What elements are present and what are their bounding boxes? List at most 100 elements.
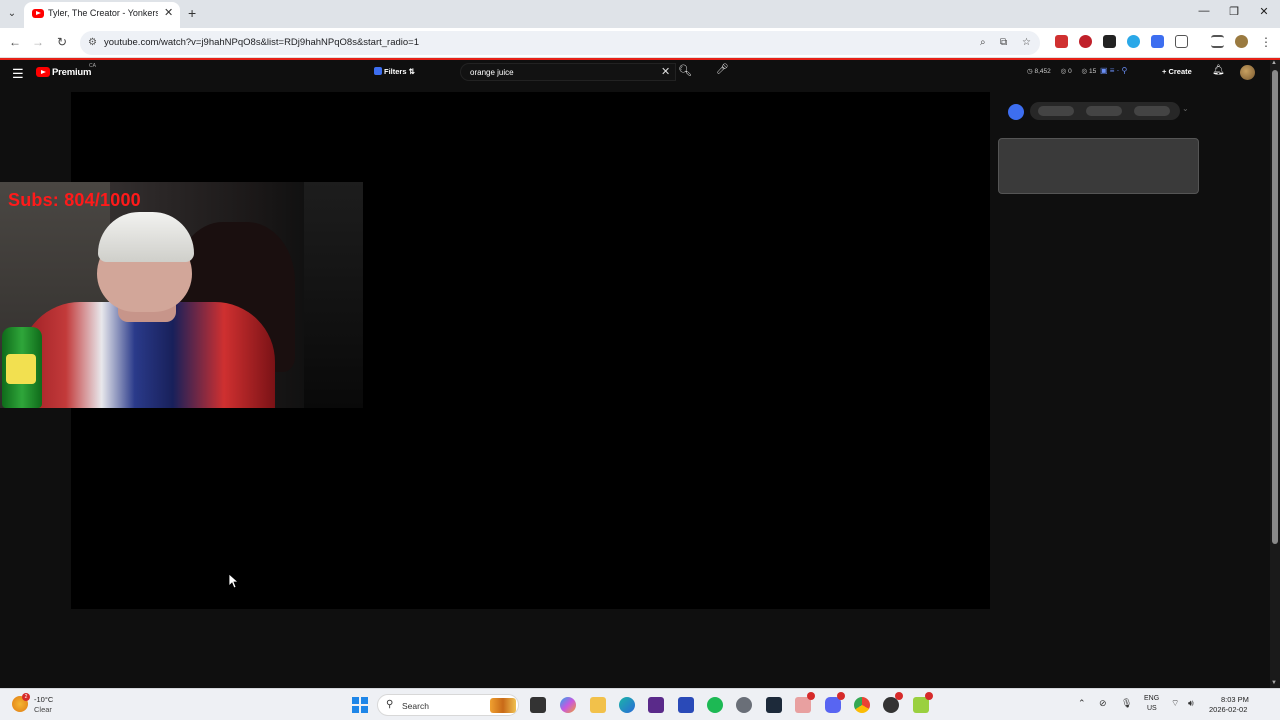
filters-button[interactable]: Filters ⇅ <box>370 65 419 79</box>
forward-icon[interactable]: → <box>30 35 46 49</box>
youtube-premium-label[interactable]: Premium <box>52 67 91 78</box>
minimize-icon[interactable]: — <box>1194 5 1214 17</box>
window-close-icon[interactable]: ✕ <box>1254 5 1274 18</box>
filters-label: Filters <box>384 67 407 76</box>
scroll-down-icon[interactable]: ▼ <box>1271 680 1277 686</box>
site-info-icon[interactable]: ⚙ <box>88 37 97 48</box>
chrome-menu-icon[interactable]: ⋮ <box>1258 35 1274 49</box>
browser-tab-strip: ⌄ Tyler, The Creator - Yonkers (Of ✕ + —… <box>0 0 1280 28</box>
search-input[interactable]: orange juice ✕ <box>460 63 676 81</box>
scroll-up-icon[interactable]: ▲ <box>1271 60 1277 66</box>
youtube-logo-icon[interactable] <box>36 67 50 77</box>
extension-icon[interactable] <box>1127 35 1140 48</box>
watch-page: Subs: 804/1000 ⌄ <box>0 88 1270 688</box>
windows-taskbar: 2 -10°C Clear ⚲ Search ⌃ ⊘ 🎙︎ ENG US ⌔ 🔊… <box>0 688 1280 720</box>
zoom-icon[interactable]: ⌕ <box>980 37 986 48</box>
account-avatar[interactable] <box>1240 65 1255 80</box>
chip-bar <box>1030 102 1180 120</box>
bookmark-star-icon[interactable]: ☆ <box>1022 37 1031 48</box>
filter-chip[interactable] <box>1086 106 1122 116</box>
task-view-icon[interactable] <box>530 697 546 713</box>
create-button[interactable]: + Create <box>1158 65 1196 79</box>
filter-chip[interactable] <box>1038 106 1074 116</box>
settings-gear-icon[interactable] <box>736 697 752 713</box>
search-value[interactable]: orange juice <box>470 68 514 77</box>
extensions-puzzle-icon[interactable] <box>1175 35 1188 48</box>
menu-icon[interactable]: ☰ <box>12 66 24 82</box>
extension-icon[interactable] <box>1103 35 1116 48</box>
browser-toolbar: ← → ↻ ⚙ youtube.com/watch?v=j9hahNPqO8s&… <box>0 28 1280 58</box>
chevron-up-icon[interactable]: ⌃ <box>1078 698 1086 709</box>
clock-time[interactable]: 8:03 PM <box>1221 695 1249 704</box>
chevron-down-icon[interactable]: ⌄ <box>1182 104 1189 113</box>
weather-condition[interactable]: Clear <box>34 705 52 714</box>
taskbar-search-label: Search <box>402 701 429 711</box>
obs-icon[interactable] <box>766 697 782 713</box>
start-windows-icon[interactable] <box>352 697 368 713</box>
address-bar[interactable]: ⚙ youtube.com/watch?v=j9hahNPqO8s&list=R… <box>80 31 1040 55</box>
microphone-icon[interactable]: 🎤︎ <box>716 64 729 75</box>
reading-list-icon[interactable] <box>1211 35 1224 48</box>
stat-value: 15 <box>1088 68 1097 75</box>
reload-icon[interactable]: ↻ <box>54 35 70 49</box>
stat-value: 8,452 <box>1034 68 1051 75</box>
profile-avatar-icon[interactable] <box>1235 35 1248 48</box>
tab-search-icon[interactable]: ⌄ <box>4 6 20 22</box>
search-icon: ⚲ <box>386 699 394 710</box>
subscriber-goal-text: Subs: 804/1000 <box>8 190 141 210</box>
browser-tab[interactable]: Tyler, The Creator - Yonkers (Of ✕ <box>24 2 180 28</box>
search-highlight-image <box>490 698 516 713</box>
tab-title: Tyler, The Creator - Yonkers (Of <box>48 8 158 18</box>
network-off-icon[interactable]: ⊘ <box>1099 698 1107 709</box>
new-tab-icon[interactable]: + <box>188 5 196 21</box>
scroll-thumb[interactable] <box>1272 70 1278 544</box>
notification-badge <box>837 692 845 700</box>
notification-badge <box>925 692 933 700</box>
clear-search-icon[interactable]: ✕ <box>661 65 670 78</box>
extension-stats: ◷ 8,452 ◎ 0 ◎ 15 <box>1027 68 1097 75</box>
webcam-overlay: Subs: 804/1000 <box>0 182 363 408</box>
extension-icon[interactable] <box>1079 35 1092 48</box>
taskbar-search-box[interactable]: ⚲ Search <box>377 694 519 716</box>
language-indicator[interactable]: ENG <box>1144 695 1159 702</box>
youtube-favicon-icon <box>32 9 44 18</box>
wifi-icon[interactable]: ⌔ <box>1171 698 1179 709</box>
weather-temperature[interactable]: -10°C <box>34 695 53 704</box>
create-label: Create <box>1168 67 1192 76</box>
clock-date[interactable]: 2026-02-02 <box>1209 705 1247 714</box>
url-text[interactable]: youtube.com/watch?v=j9hahNPqO8s&list=RDj… <box>104 37 419 48</box>
microphone-tray-icon[interactable]: 🎙︎ <box>1121 698 1132 709</box>
webcam-background-door <box>304 182 363 408</box>
back-icon[interactable]: ← <box>7 35 23 49</box>
filter-chip[interactable] <box>1134 106 1170 116</box>
app-icon[interactable] <box>678 697 694 713</box>
volume-icon[interactable]: 🔊︎ <box>1188 698 1194 709</box>
stat-value: 0 <box>1068 68 1072 75</box>
extension-icon[interactable] <box>1055 35 1068 48</box>
notifications-bell-icon[interactable]: 🔔︎ <box>1212 65 1225 76</box>
edge-icon[interactable] <box>619 697 635 713</box>
extension-icon[interactable] <box>1151 35 1164 48</box>
restore-icon[interactable]: ❐ <box>1224 5 1244 18</box>
chrome-icon[interactable] <box>854 697 870 713</box>
copilot-icon[interactable] <box>560 697 576 713</box>
country-code: CA <box>89 63 96 69</box>
tab-close-icon[interactable]: ✕ <box>164 6 173 19</box>
streamer-beanie <box>98 212 194 262</box>
page-scrollbar[interactable]: ▲ ▼ <box>1270 60 1280 688</box>
file-explorer-icon[interactable] <box>590 697 606 713</box>
spotify-icon[interactable] <box>707 697 723 713</box>
youtube-masthead: ☰ Premium CA Filters ⇅ orange juice ✕ 🔍︎… <box>0 60 1280 88</box>
filter-extension-icon <box>374 67 382 75</box>
notification-badge <box>807 692 815 700</box>
soda-bottle-label <box>6 354 36 384</box>
keyboard-region[interactable]: US <box>1147 705 1157 712</box>
search-icon[interactable]: 🔍︎ <box>678 64 692 77</box>
loading-placeholder-card <box>998 138 1199 194</box>
extension-logo-icon[interactable] <box>1008 104 1024 120</box>
extension-chip-row: ⌄ <box>1008 102 1198 122</box>
nzxt-cam-icon[interactable] <box>648 697 664 713</box>
extension-toolbar-icons[interactable]: ▣ ≡ · ⚲ <box>1100 66 1127 75</box>
install-app-icon[interactable]: ⧉ <box>1000 37 1007 48</box>
notification-badge <box>895 692 903 700</box>
